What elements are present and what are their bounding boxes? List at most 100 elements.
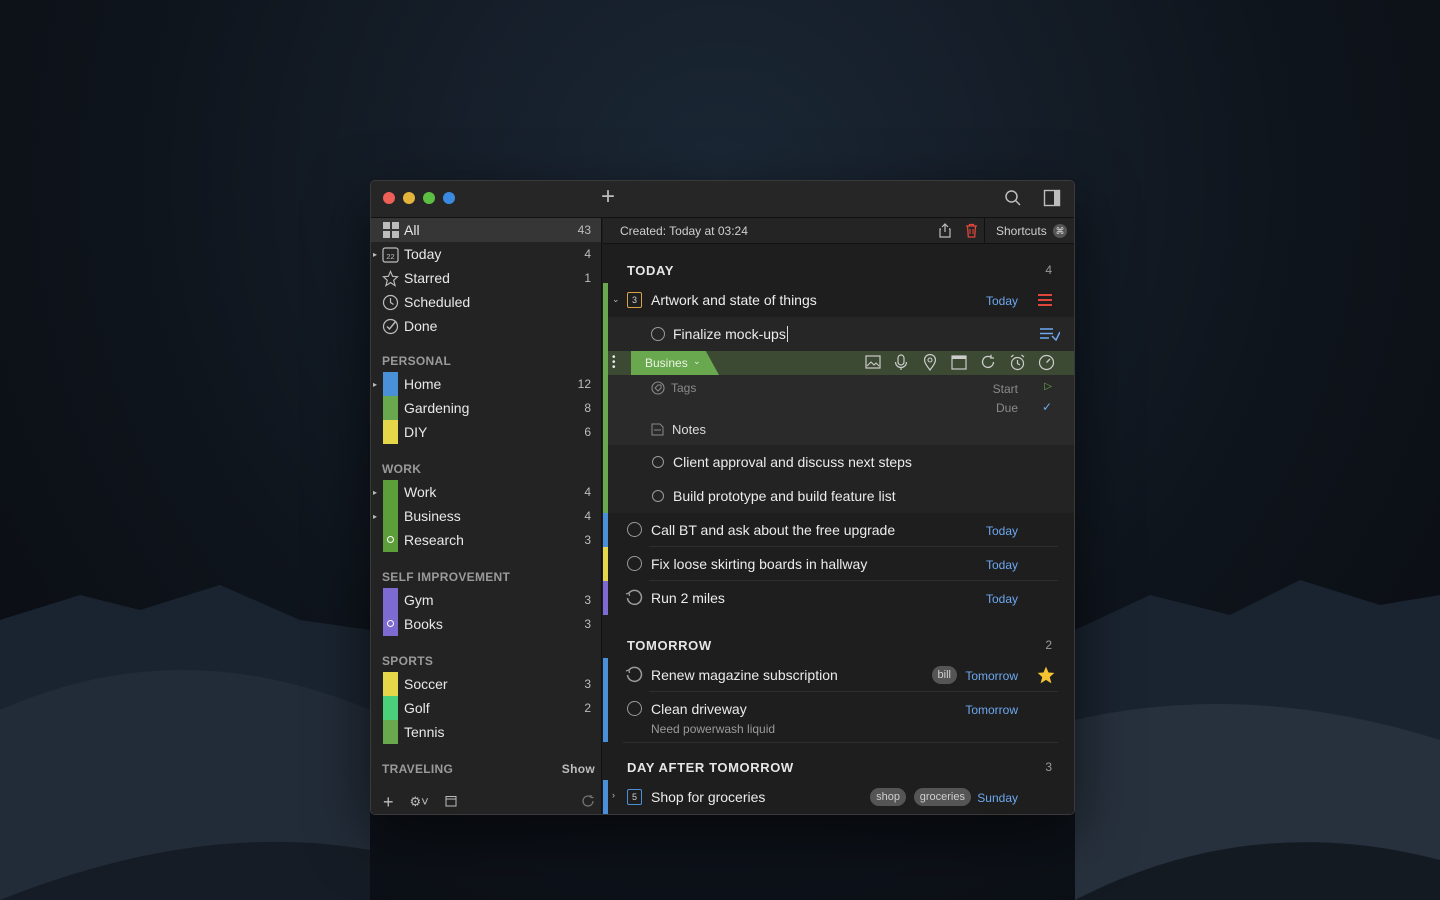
- list-color-bar: [603, 692, 608, 742]
- task-title-input[interactable]: Finalize mock-ups: [673, 326, 788, 342]
- repeat-checkbox-icon[interactable]: [625, 589, 643, 610]
- task-title: Run 2 miles: [651, 590, 725, 606]
- list-color-swatch: [383, 372, 398, 396]
- tag-pill[interactable]: groceries: [913, 788, 971, 806]
- section-title-day-after-tomorrow: DAY AFTER TOMORROW: [627, 760, 794, 775]
- play-icon[interactable]: ▷: [1044, 381, 1052, 392]
- tag-pill[interactable]: shop: [870, 788, 906, 806]
- microphone-icon[interactable]: [894, 354, 908, 375]
- sidebar-item-gardening[interactable]: Gardening 8: [371, 396, 601, 420]
- show-button[interactable]: Show: [562, 762, 595, 776]
- gear-icon[interactable]: ⚙︎˅: [410, 794, 429, 810]
- repeat-checkbox-icon[interactable]: [625, 666, 643, 687]
- project-row[interactable]: › 5 Shop for groceries shop groceries Su…: [603, 780, 1074, 814]
- add-list-icon[interactable]: +: [383, 792, 394, 813]
- calendar-icon[interactable]: [951, 354, 967, 374]
- calendar-icon[interactable]: [445, 795, 457, 810]
- sidebar-item-home[interactable]: ▸ Home 12: [371, 372, 601, 396]
- sync-icon[interactable]: [581, 794, 595, 811]
- grid-icon: [382, 222, 399, 239]
- image-icon[interactable]: [865, 354, 881, 374]
- task-row[interactable]: Fix loose skirting boards in hallway Tod…: [603, 547, 1074, 581]
- subtask-row[interactable]: Build prototype and build feature list: [603, 479, 1074, 513]
- drag-handle-icon[interactable]: • • •: [612, 353, 616, 373]
- shortcuts-button[interactable]: Shortcuts: [996, 224, 1047, 238]
- task-checkbox[interactable]: [651, 327, 665, 341]
- subtask-row[interactable]: Client approval and discuss next steps: [603, 445, 1074, 479]
- search-icon[interactable]: [1004, 189, 1022, 211]
- list-color-bar: [603, 780, 608, 814]
- sidebar-item-soccer[interactable]: Soccer 3: [371, 672, 601, 696]
- star-icon[interactable]: [1036, 665, 1056, 688]
- sidebar-item-done[interactable]: Done: [371, 314, 601, 338]
- close-window-button[interactable]: [383, 192, 395, 204]
- sidebar-item-business[interactable]: ▸ Business 4: [371, 504, 601, 528]
- plus-icon[interactable]: +: [601, 185, 615, 209]
- sidebar-item-books[interactable]: Books 3: [371, 612, 601, 636]
- sidebar-item-label: Books: [404, 616, 443, 632]
- location-pin-icon[interactable]: [923, 353, 937, 375]
- sidebar-item-research[interactable]: Research 3: [371, 528, 601, 552]
- sidebar-item-today[interactable]: ▸ 22 Today 4: [371, 242, 601, 266]
- disclosure-arrow-icon[interactable]: ▸: [373, 380, 377, 389]
- priority-high-icon[interactable]: [1038, 293, 1052, 309]
- sidebar-item-gym[interactable]: Gym 3: [371, 588, 601, 612]
- task-row[interactable]: Clean driveway Need powerwash liquid Tom…: [603, 692, 1074, 742]
- svg-text:22: 22: [386, 252, 394, 261]
- notes-field[interactable]: Notes: [672, 422, 706, 437]
- checkmark-icon[interactable]: ✓: [1042, 400, 1052, 414]
- sidebar-item-golf[interactable]: Golf 2: [371, 696, 601, 720]
- task-row[interactable]: Call BT and ask about the free upgrade T…: [603, 513, 1074, 547]
- checklist-icon[interactable]: [1040, 327, 1061, 344]
- command-key-icon[interactable]: ⌘: [1053, 224, 1067, 238]
- due-date-label: Sunday: [977, 791, 1018, 805]
- tags-input[interactable]: Tags: [671, 381, 696, 395]
- zoom-window-button[interactable]: [423, 192, 435, 204]
- tag-pill[interactable]: bill: [931, 666, 957, 684]
- sidebar-toggle-icon[interactable]: [1043, 189, 1061, 211]
- sidebar-item-label: DIY: [404, 424, 428, 440]
- due-date-label: Today: [985, 592, 1018, 606]
- alarm-clock-icon[interactable]: [1009, 354, 1026, 375]
- due-date-field-label[interactable]: Due: [996, 401, 1018, 415]
- sidebar-item-all[interactable]: All 43: [371, 218, 601, 242]
- sidebar-item-count: 3: [584, 677, 591, 691]
- list-picker-button[interactable]: Busines ⌄: [631, 351, 719, 375]
- task-checkbox[interactable]: [627, 701, 642, 716]
- sidebar-item-tennis[interactable]: Tennis: [371, 720, 601, 744]
- sidebar-item-diy[interactable]: DIY 6: [371, 420, 601, 444]
- project-row[interactable]: ⌄ 3 Artwork and state of things Today: [603, 283, 1074, 317]
- task-checkbox[interactable]: [652, 456, 664, 468]
- section-count: 2: [1045, 638, 1052, 652]
- section-count: 3: [1045, 760, 1052, 774]
- sidebar-item-label: Done: [404, 318, 438, 334]
- sidebar-footer: + ⚙︎˅: [371, 790, 601, 814]
- sidebar-item-work[interactable]: ▸ Work 4: [371, 480, 601, 504]
- share-icon[interactable]: [938, 223, 952, 241]
- disclosure-arrow-icon[interactable]: ▸: [373, 512, 377, 521]
- task-title: Shop for groceries: [651, 789, 766, 805]
- task-title: Client approval and discuss next steps: [673, 454, 912, 470]
- sidebar-item-label: Business: [404, 508, 461, 524]
- sidebar-item-count: 4: [584, 509, 591, 523]
- repeat-icon[interactable]: [980, 354, 996, 374]
- sidebar-item-starred[interactable]: Starred 1: [371, 266, 601, 290]
- task-checkbox[interactable]: [652, 490, 664, 502]
- list-color-swatch: [383, 528, 398, 552]
- trash-icon[interactable]: [965, 223, 978, 241]
- list-color-bar: [603, 445, 608, 479]
- editing-task-row[interactable]: Finalize mock-ups: [603, 317, 1074, 351]
- duration-gauge-icon[interactable]: [1038, 354, 1055, 375]
- task-checkbox[interactable]: [627, 556, 642, 571]
- minimize-window-button[interactable]: [403, 192, 415, 204]
- task-row[interactable]: Renew magazine subscription bill Tomorro…: [603, 658, 1074, 692]
- chevron-down-icon[interactable]: ⌄: [612, 294, 620, 305]
- list-color-bar: [603, 375, 608, 445]
- disclosure-arrow-icon[interactable]: ▸: [373, 488, 377, 497]
- chevron-right-icon[interactable]: ›: [612, 790, 615, 800]
- task-checkbox[interactable]: [627, 522, 642, 537]
- sidebar-item-scheduled[interactable]: Scheduled: [371, 290, 601, 314]
- start-date-label[interactable]: Start: [993, 382, 1018, 396]
- task-row[interactable]: Run 2 miles Today: [603, 581, 1074, 615]
- list-color-swatch: [383, 504, 398, 528]
